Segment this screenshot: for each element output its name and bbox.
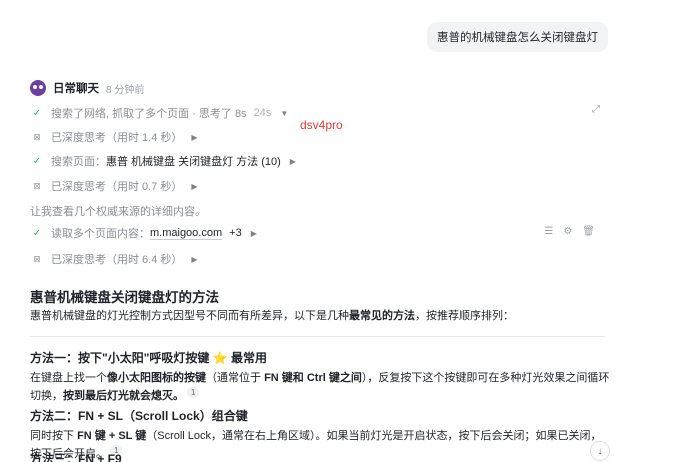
chevron-right-icon: ▶: [191, 132, 198, 142]
agent-header: 日常聊天 8 分钟前: [30, 80, 144, 96]
step-label: 已深度思考（用时 6.4 秒）: [51, 254, 183, 266]
expand-icon[interactable]: ⤢: [592, 104, 600, 115]
chevron-right-icon: ▶: [191, 181, 198, 191]
step-label: 已深度思考（用时 0.7 秒）: [51, 181, 183, 193]
step-deep-think-1[interactable]: ⊠ 已深度思考（用时 1.4 秒） ▶: [30, 129, 198, 145]
step-duration: 24s: [253, 107, 272, 119]
step-actions: ☰ ⚙ 🗑: [544, 226, 595, 237]
check-icon: ✓: [32, 155, 42, 167]
check-icon: ✓: [32, 107, 42, 119]
brain-icon: ⊠: [33, 131, 41, 142]
divider: [30, 336, 605, 337]
source-link[interactable]: m.maigoo.com: [150, 227, 223, 240]
list-icon[interactable]: ☰: [544, 226, 553, 237]
chevron-right-icon: ▶: [191, 254, 198, 264]
source-count: +3: [229, 227, 242, 239]
trash-icon[interactable]: 🗑: [582, 226, 595, 237]
step-label: 搜索了网络, 抓取了多个页面 · 思考了 8s: [51, 108, 247, 120]
step-prefix: 搜索页面：: [51, 156, 106, 168]
brain-icon: ⊠: [33, 180, 41, 191]
agent-avatar: [30, 80, 46, 96]
citation-badge[interactable]: 1: [187, 387, 200, 398]
scroll-down-button[interactable]: ↓: [590, 441, 610, 461]
method-2-heading: 方法二：FN + SL（Scroll Lock）组合键: [30, 409, 248, 423]
answer-title: 惠普机械键盘关闭键盘灯的方法: [30, 290, 219, 305]
star-icon: ⭐: [212, 351, 228, 365]
settings-icon[interactable]: ⚙: [563, 226, 572, 237]
step-label: 已深度思考（用时 1.4 秒）: [51, 132, 183, 144]
agent-timestamp: 8 分钟前: [106, 84, 145, 96]
step-search-pages[interactable]: ✓ 搜索页面： 惠普 机械键盘 关闭键盘灯 方法 (10) ▶: [30, 153, 296, 169]
method-1-body: 在键盘上找一个像小太阳图标的按键（通常位于 FN 键和 Ctrl 键之间），反复…: [30, 372, 610, 402]
agent-name: 日常聊天: [53, 83, 99, 95]
method-1-heading: 方法一：按下"小太阳"呼吸灯按键 ⭐ 最常用: [30, 351, 268, 365]
answer-lead: 惠普机械键盘的灯光控制方式因型号不同而有所差异，以下是几种最常见的方法，按推荐顺…: [30, 310, 514, 322]
step-deep-think-3[interactable]: ⊠ 已深度思考（用时 6.4 秒） ▶: [30, 251, 198, 267]
brain-icon: ⊠: [33, 253, 41, 264]
step-prefix: 读取多个页面内容：: [51, 228, 150, 240]
check-icon: ✓: [32, 227, 42, 239]
chevron-right-icon: ▶: [250, 228, 257, 238]
method-3-heading: 方法三：FN + F9: [30, 452, 122, 462]
arrow-down-icon: ↓: [597, 445, 603, 457]
user-message-bubble: 惠普的机械键盘怎么关闭键盘灯: [427, 22, 608, 52]
intro-text: 让我查看几个权威来源的详细内容。: [30, 206, 206, 218]
step-read-pages[interactable]: ✓ 读取多个页面内容： m.maigoo.com +3 ▶ ☰ ⚙ 🗑: [30, 223, 605, 243]
step-search-summary[interactable]: ✓ 搜索了网络, 抓取了多个页面 · 思考了 8s 24s ▼: [30, 105, 288, 121]
chevron-right-icon: ▶: [289, 156, 296, 166]
watermark-text: dsv4pro: [300, 118, 343, 132]
chevron-down-icon: ▼: [280, 108, 289, 118]
step-deep-think-2[interactable]: ⊠ 已深度思考（用时 0.7 秒） ▶: [30, 178, 198, 194]
step-query: 惠普 机械键盘 关闭键盘灯 方法 (10): [106, 156, 281, 168]
